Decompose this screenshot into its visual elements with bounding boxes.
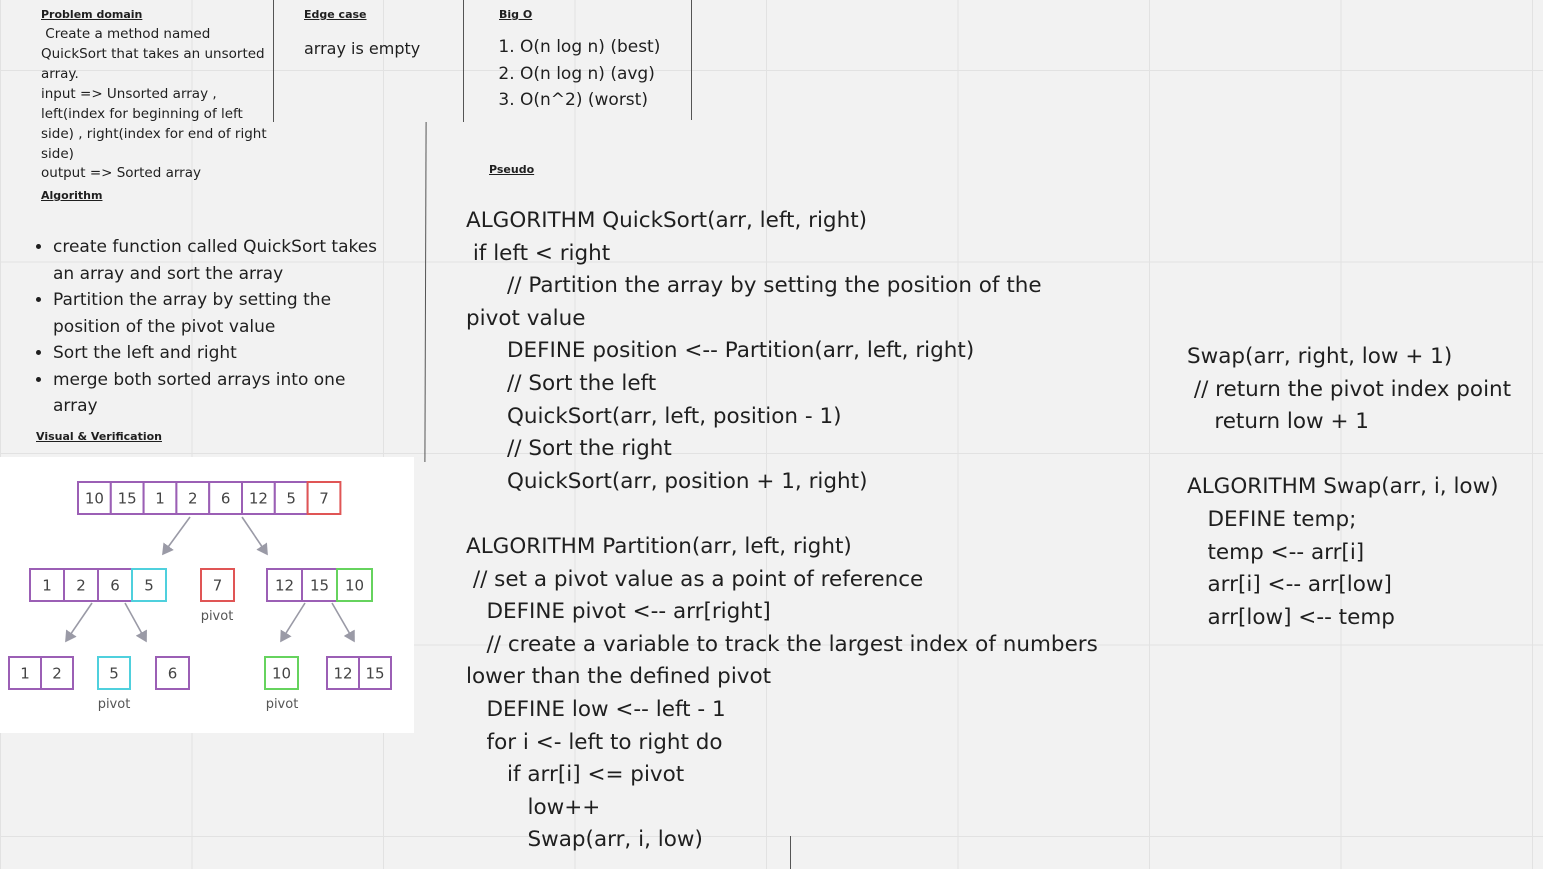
split-arrow [241, 516, 268, 556]
level0-value: 2 [188, 490, 198, 508]
level2-e-value: 15 [365, 665, 384, 683]
code-line: QuickSort(arr, position + 1, right) [466, 468, 868, 494]
code-line: DEFINE low <-- left - 1 [466, 696, 726, 722]
problem-line: side) , right(index for end of right [41, 126, 267, 142]
problem-line: side) [41, 146, 74, 162]
code-line: lower than the defined pivot [466, 664, 772, 690]
code-line: return low + 1 [1187, 409, 1369, 435]
big-o-item: O(n log n) (avg) [520, 61, 660, 88]
pseudo-code-block-right: Swap(arr, right, low + 1) // return the … [1187, 341, 1511, 634]
edge-case-heading: Edge case [304, 8, 367, 21]
level2-a-value: 2 [52, 665, 62, 683]
problem-domain-text: Create a method named QuickSort that tak… [41, 24, 267, 183]
algorithm-heading: Algorithm [41, 189, 103, 202]
split-arrow [280, 602, 306, 643]
level0-value: 10 [85, 490, 104, 508]
level1-left-pivot-value: 5 [144, 577, 154, 595]
code-line: ALGORITHM Swap(arr, i, low) [1187, 474, 1499, 500]
code-line: Swap(arr, i, low) [466, 827, 703, 853]
quicksort-diagram: 10 15 1 2 6 12 5 71 2 6 5 7pivot12 15 101 2 5pivot6 10pi… [8, 481, 392, 712]
code-line: if left < right [466, 240, 611, 266]
code-line: temp <-- arr[i] [1187, 539, 1365, 565]
level1-right-value: 15 [310, 577, 329, 595]
code-line: // create a variable to track the larges… [466, 631, 1098, 657]
problem-line: left(index for beginning of left [41, 106, 243, 122]
code-line: // Sort the right [466, 436, 672, 462]
divider-line [273, 0, 274, 122]
problem-line: input => Unsorted array , [41, 86, 217, 102]
split-arrow [124, 602, 147, 643]
level0-value: 15 [118, 490, 137, 508]
code-line: pivot value [466, 305, 586, 331]
code-line: Swap(arr, right, low + 1) [1187, 344, 1453, 369]
big-o-heading: Big O [499, 8, 533, 21]
divider-line [691, 0, 692, 120]
pivot-label: pivot [98, 697, 131, 712]
code-line: // set a pivot value as a point of refer… [466, 566, 924, 592]
level1-pivot-value: 7 [213, 577, 223, 595]
level1-right-value: 12 [275, 577, 294, 595]
pseudo-heading: Pseudo [489, 163, 535, 176]
big-o-item: O(n log n) (best) [520, 34, 660, 61]
code-line: DEFINE temp; [1187, 506, 1357, 532]
code-line: // Sort the left [466, 370, 657, 396]
code-line: QuickSort(arr, left, position - 1) [466, 403, 842, 429]
pivot-label: pivot [201, 609, 234, 624]
split-arrow [162, 516, 191, 556]
divider-line [463, 0, 464, 122]
level1-left-value: 1 [42, 577, 52, 595]
level0-value: 6 [221, 490, 231, 508]
algorithm-list: create function called QuickSort takes a… [31, 234, 391, 420]
problem-line: output => Sorted array [41, 165, 201, 181]
code-line: low++ [466, 794, 601, 820]
visual-heading: Visual & Verification [36, 430, 162, 443]
code-line: // return the pivot index point [1187, 376, 1512, 402]
code-line: for i <- left to right do [466, 729, 723, 755]
level1-left-value: 6 [110, 577, 120, 595]
split-arrow [65, 602, 93, 643]
level0-value: 1 [155, 490, 165, 508]
problem-domain-heading: Problem domain [41, 8, 143, 21]
pseudo-code-block: ALGORITHM QuickSort(arr, left, right) if… [466, 205, 1098, 857]
problem-line: QuickSort that takes an unsorted [41, 46, 265, 62]
edge-case-text: array is empty [304, 39, 421, 58]
quicksort-visual: 10 15 1 2 6 12 5 7 1 2 6 5 7 pivot 12 15 10 1 2 5 pivot 6 10 pi… [0, 457, 414, 733]
code-line: // Partition the array by setting the po… [466, 273, 1042, 299]
level2-c-value: 6 [168, 665, 178, 683]
code-line: arr[i] <-- arr[low] [1187, 572, 1392, 598]
level0-value: 12 [249, 490, 268, 508]
problem-line: array. [41, 66, 79, 82]
algorithm-item: merge both sorted arrays into one array [53, 367, 391, 420]
algorithm-item: Partition the array by setting the posit… [53, 287, 391, 340]
code-line: DEFINE pivot <-- arr[right] [466, 599, 771, 625]
code-line: arr[low] <-- temp [1187, 604, 1395, 630]
algorithm-item: create function called QuickSort takes a… [53, 234, 391, 287]
big-o-list: O(n log n) (best) O(n log n) (avg) O(n^2… [500, 34, 660, 114]
code-line: if arr[i] <= pivot [466, 762, 685, 788]
level1-left-value: 2 [76, 577, 86, 595]
level1-right-pivot-value: 10 [345, 577, 364, 595]
pivot-label: pivot [266, 697, 299, 712]
level2-e-value: 12 [333, 665, 352, 683]
level0-pivot-value: 7 [319, 490, 329, 508]
problem-line: Create a method named [41, 26, 211, 42]
code-line: ALGORITHM Partition(arr, left, right) [466, 533, 852, 559]
code-line: DEFINE position <-- Partition(arr, left,… [466, 338, 975, 364]
level2-b-value: 5 [109, 665, 119, 683]
algorithm-item: Sort the left and right [53, 340, 391, 367]
split-arrow [331, 602, 355, 643]
code-line: ALGORITHM QuickSort(arr, left, right) [466, 208, 868, 233]
big-o-item: O(n^2) (worst) [520, 87, 660, 114]
level0-value: 5 [286, 490, 296, 508]
level2-a-value: 1 [20, 665, 30, 683]
level2-d-value: 10 [272, 665, 291, 683]
